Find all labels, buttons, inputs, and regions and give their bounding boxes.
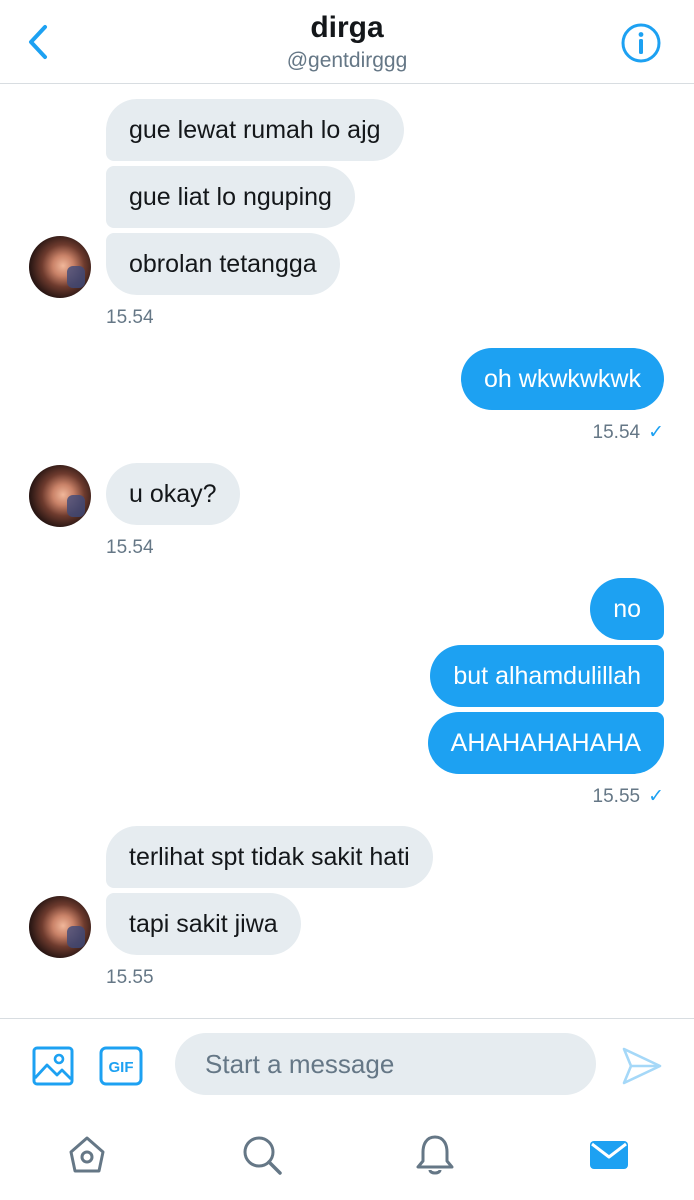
message-bubble-incoming[interactable]: gue lewat rumah lo ajg bbox=[106, 99, 404, 161]
message-bubble-incoming[interactable]: terlihat spt tidak sakit hati bbox=[106, 826, 433, 888]
message-bubble-outgoing[interactable]: no bbox=[590, 578, 664, 640]
check-icon: ✓ bbox=[648, 422, 664, 443]
message-composer: GIF bbox=[0, 1018, 694, 1110]
send-button[interactable] bbox=[620, 1045, 664, 1087]
message-bubble-outgoing[interactable]: but alhamdulillah bbox=[430, 645, 664, 707]
gif-label: GIF bbox=[109, 1059, 134, 1076]
conversation-title-block: dirga @gentdirggg bbox=[0, 10, 694, 74]
media-button[interactable] bbox=[32, 1045, 74, 1087]
messages-icon bbox=[590, 1141, 628, 1169]
avatar[interactable] bbox=[29, 896, 91, 958]
gif-button[interactable]: GIF bbox=[99, 1045, 143, 1087]
tab-bar bbox=[0, 1110, 694, 1200]
message-timestamp: 15.54 bbox=[106, 537, 154, 558]
info-icon bbox=[621, 23, 661, 63]
image-icon bbox=[32, 1046, 74, 1086]
message-timestamp: 15.55 bbox=[106, 967, 154, 988]
avatar[interactable] bbox=[29, 465, 91, 527]
tab-home[interactable] bbox=[64, 1132, 110, 1178]
home-icon bbox=[69, 1136, 105, 1173]
message-timestamp: 15.54 bbox=[106, 307, 154, 328]
message-bubble-outgoing[interactable]: oh wkwkwkwk bbox=[461, 348, 664, 410]
message-input[interactable] bbox=[175, 1033, 596, 1095]
info-button[interactable] bbox=[620, 22, 662, 64]
conversation-title: dirga bbox=[310, 11, 384, 44]
tab-messages[interactable] bbox=[586, 1132, 632, 1178]
message-bubble-incoming[interactable]: u okay? bbox=[106, 463, 240, 525]
send-icon bbox=[622, 1047, 662, 1085]
notifications-icon bbox=[416, 1135, 454, 1175]
tab-notifications[interactable] bbox=[412, 1132, 458, 1178]
message-timestamp-row: 15.54 ✓ bbox=[593, 421, 664, 445]
avatar[interactable] bbox=[29, 236, 91, 298]
conversation-handle: @gentdirggg bbox=[286, 49, 408, 72]
message-timestamp: 15.55 bbox=[592, 786, 641, 807]
message-bubble-incoming[interactable]: gue liat lo nguping bbox=[106, 166, 355, 228]
message-bubble-incoming[interactable]: tapi sakit jiwa bbox=[106, 893, 301, 955]
gif-icon: GIF bbox=[99, 1046, 143, 1086]
check-icon: ✓ bbox=[648, 786, 664, 807]
tab-search[interactable] bbox=[239, 1132, 285, 1178]
message-timestamp-row: 15.55 ✓ bbox=[593, 785, 664, 809]
message-bubble-incoming[interactable]: obrolan tetangga bbox=[106, 233, 340, 295]
conversation-header: dirga @gentdirggg bbox=[0, 0, 694, 84]
message-bubble-outgoing[interactable]: AHAHAHAHAHA bbox=[427, 712, 664, 774]
message-timestamp: 15.54 bbox=[592, 422, 641, 443]
search-icon bbox=[243, 1136, 282, 1175]
